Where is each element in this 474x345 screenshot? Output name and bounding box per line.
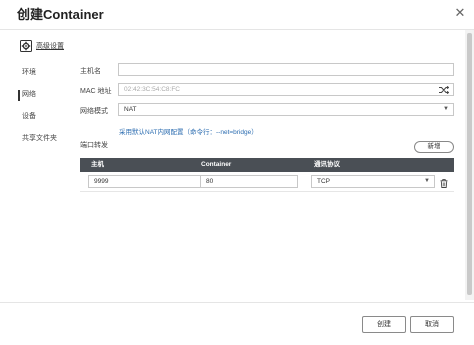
- mac-address-placeholder: 02:42:3C:54:C8:FC: [124, 86, 181, 93]
- network-mode-label: 网络模式: [80, 108, 108, 115]
- create-button[interactable]: 创建: [362, 316, 406, 333]
- close-icon[interactable]: ✕: [452, 5, 468, 21]
- footer-divider: [0, 302, 474, 303]
- trash-icon[interactable]: [440, 179, 448, 188]
- column-header-container: Container: [201, 161, 232, 168]
- host-port-input[interactable]: 9999: [88, 175, 214, 188]
- column-header-host: 主机: [91, 161, 104, 168]
- network-mode-select[interactable]: NAT ▼: [118, 103, 454, 116]
- mac-address-label: MAC 地址: [80, 88, 112, 95]
- sidebar-item-label: 设备: [22, 113, 36, 120]
- sidebar-item-label: 网络: [22, 91, 36, 98]
- column-header-protocol: 通讯协议: [314, 161, 340, 168]
- table-header: 主机 Container 通讯协议: [80, 158, 454, 172]
- create-container-dialog: 创建Container ✕ 高级设置 环境 网络 设备 共享文件夹 主机名 MA…: [0, 0, 474, 345]
- title-divider: [0, 29, 474, 30]
- advanced-settings-label: 高级设置: [36, 43, 64, 50]
- hostname-label: 主机名: [80, 68, 101, 75]
- nat-default-note: 采用默认NAT内网配置（命令行：--net=bridge）: [119, 129, 258, 136]
- sidebar-item-network[interactable]: 网络: [18, 86, 68, 108]
- hostname-input[interactable]: [118, 63, 454, 76]
- protocol-value: TCP: [317, 178, 330, 185]
- mac-address-input[interactable]: 02:42:3C:54:C8:FC: [118, 83, 454, 96]
- advanced-settings-link[interactable]: 高级设置: [20, 38, 64, 54]
- protocol-select[interactable]: TCP ▼: [311, 175, 435, 188]
- sidebar: 环境 网络 设备 共享文件夹: [18, 64, 68, 152]
- sidebar-item-shared-folders[interactable]: 共享文件夹: [18, 130, 68, 152]
- container-port-input[interactable]: 80: [200, 175, 298, 188]
- sidebar-item-label: 环境: [22, 69, 36, 76]
- shuffle-icon[interactable]: [439, 86, 449, 94]
- scrollbar-thumb[interactable]: [467, 33, 472, 295]
- add-port-button[interactable]: 新增: [414, 141, 454, 153]
- cancel-button[interactable]: 取消: [410, 316, 454, 333]
- port-forward-table: 主机 Container 通讯协议 9999 80 TCP ▼: [80, 158, 454, 192]
- port-forward-label: 端口转发: [80, 142, 108, 149]
- table-row: 9999 80 TCP ▼: [80, 172, 454, 192]
- network-mode-value: NAT: [124, 106, 137, 113]
- gear-icon: [20, 40, 32, 52]
- sidebar-item-environment[interactable]: 环境: [18, 64, 68, 86]
- sidebar-item-devices[interactable]: 设备: [18, 108, 68, 130]
- dialog-title: 创建Container: [17, 7, 104, 22]
- chevron-down-icon: ▼: [443, 106, 449, 112]
- sidebar-item-label: 共享文件夹: [22, 135, 57, 142]
- chevron-down-icon: ▼: [424, 178, 430, 184]
